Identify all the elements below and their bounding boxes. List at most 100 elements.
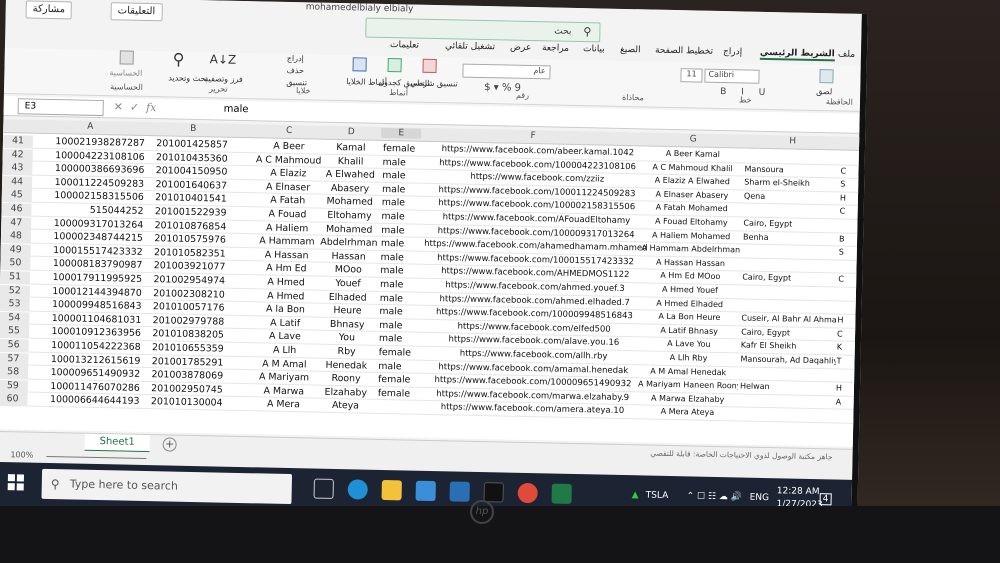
cell-gender[interactable]: male <box>380 265 418 277</box>
cell-first-name[interactable]: A Mariyam <box>248 371 320 384</box>
paste-icon[interactable] <box>819 69 834 84</box>
col-header-d[interactable]: D <box>321 127 381 138</box>
font-size-select[interactable]: 11 <box>680 68 703 83</box>
cell-phone[interactable]: 201004150950 <box>147 165 257 178</box>
cell-phone[interactable]: 201002950745 <box>143 383 253 396</box>
cell-full-name[interactable]: A Hm Ed MOoo <box>640 271 740 282</box>
cell-last-name[interactable]: Hassan <box>319 250 379 263</box>
cell-user-id[interactable]: 100009948516843 <box>31 299 142 312</box>
cell-gender[interactable]: male <box>381 238 419 250</box>
cell-last-name[interactable]: Heure <box>317 305 377 317</box>
cell-last-name[interactable]: Elzahaby <box>316 386 376 399</box>
cell-first-name[interactable]: A Marwa <box>248 385 320 398</box>
cell-city[interactable] <box>740 368 835 370</box>
row-number[interactable]: 58 <box>0 366 29 380</box>
cell-extra[interactable]: H <box>836 384 850 393</box>
cell-last-name[interactable]: You <box>317 332 377 344</box>
cell-city[interactable]: Qena <box>744 191 839 202</box>
tab-file[interactable]: ملف <box>838 49 855 59</box>
row-number[interactable]: 46 <box>1 202 32 217</box>
col-header-h[interactable]: H <box>745 136 840 148</box>
cell-last-name[interactable]: Kamal <box>321 142 381 154</box>
col-header-a[interactable]: A <box>35 121 145 133</box>
cell-gender[interactable]: male <box>381 225 419 237</box>
cell-user-id[interactable]: 100002158315506 <box>34 190 144 203</box>
cell-gender[interactable]: male <box>379 320 417 332</box>
cell-phone[interactable]: 201010435360 <box>148 152 258 165</box>
cell-last-name[interactable]: Roony <box>316 373 376 385</box>
spreadsheet-grid[interactable]: A B C D E F G H 41 100021938287287 2010014… <box>0 118 866 447</box>
cell-full-name[interactable]: A Beer Kamal <box>643 148 743 159</box>
cell-last-name[interactable]: Mohamed <box>320 196 380 208</box>
cell-last-name[interactable]: A Elwahed <box>320 169 380 181</box>
cell-extra[interactable]: S <box>840 180 854 189</box>
cell-full-name[interactable]: A Elaziz A Elwahed <box>642 176 742 187</box>
cell-last-name[interactable]: Eltohamy <box>319 210 379 222</box>
delete-cells-label[interactable]: حذف <box>286 66 304 75</box>
cell-user-id[interactable]: 100011054222368 <box>31 340 141 353</box>
cell-extra[interactable]: B <box>839 234 853 243</box>
cell-last-name[interactable]: Abdelrhman <box>319 237 379 249</box>
mail-icon[interactable] <box>449 481 470 502</box>
tab-automate[interactable]: تشغيل تلقائي <box>445 41 495 52</box>
row-number[interactable]: 57 <box>0 352 29 367</box>
cell-full-name[interactable]: A Hammam Abdelrhman <box>641 244 741 255</box>
cell-gender[interactable] <box>378 401 416 402</box>
cell-user-id[interactable]: 100011476070286 <box>30 380 140 394</box>
cell-city[interactable] <box>740 395 835 397</box>
cell-city[interactable] <box>743 259 838 261</box>
col-header-c[interactable]: C <box>253 125 325 137</box>
row-number[interactable]: 56 <box>0 338 29 353</box>
cell-gender[interactable]: male <box>380 279 418 291</box>
tab-data[interactable]: بيانات <box>583 44 605 54</box>
cell-gender[interactable]: male <box>381 211 419 223</box>
tab-review[interactable]: مراجعة <box>542 43 569 54</box>
cell-last-name[interactable]: Henedak <box>316 359 376 371</box>
cell-gender[interactable]: male <box>380 252 418 264</box>
tab-insert[interactable]: إدراج <box>723 47 742 57</box>
cell-full-name[interactable]: A Marwa Elzahaby <box>638 393 738 404</box>
cell-phone[interactable]: 201010401541 <box>147 192 257 205</box>
row-number[interactable]: 41 <box>2 134 34 149</box>
cell-full-name[interactable]: A Latif Bhnasy <box>639 325 739 336</box>
cell-extra[interactable]: A <box>836 397 850 406</box>
cell-user-id[interactable]: 100008183790987 <box>32 258 143 271</box>
cell-full-name[interactable]: A La Bon Heure <box>639 312 739 323</box>
cell-city[interactable]: Kafr El Sheikh <box>741 341 836 352</box>
cell-city[interactable] <box>742 286 837 288</box>
cell-last-name[interactable]: Elhaded <box>318 291 378 303</box>
cell-extra[interactable]: C <box>837 329 851 338</box>
cell-full-name[interactable]: A C Mahmoud Khalil <box>642 162 742 173</box>
cell-phone[interactable]: 201010582351 <box>146 247 256 260</box>
cell-gender[interactable]: male <box>380 292 418 304</box>
insert-cells-label[interactable]: إدراج <box>287 54 304 63</box>
row-number[interactable]: 55 <box>0 325 30 339</box>
store-icon[interactable] <box>415 480 436 502</box>
cell-phone[interactable]: 201010575976 <box>146 233 256 246</box>
sensitivity-icon[interactable] <box>119 50 134 65</box>
cell-full-name[interactable]: A Mariyam Haneen Roony <box>638 380 738 391</box>
cell-first-name[interactable]: A Mera <box>247 399 319 412</box>
cell-city[interactable]: Benha <box>743 232 838 243</box>
cell-city[interactable]: Cuseir, Al Bahr Al Ahmar, Eg <box>741 314 836 325</box>
cell-extra[interactable]: S <box>839 248 853 257</box>
conditional-format-icon[interactable] <box>422 58 437 74</box>
row-number[interactable]: 52 <box>0 284 30 299</box>
row-number[interactable]: 47 <box>1 216 32 231</box>
cell-user-id[interactable]: 100004223108106 <box>35 149 145 163</box>
zoom-slider[interactable] <box>46 455 147 460</box>
cell-phone[interactable]: 201001522939 <box>146 206 256 219</box>
cell-user-id[interactable]: 100010912363956 <box>31 326 141 339</box>
cell-city[interactable] <box>740 409 835 411</box>
col-header-f[interactable]: F <box>423 129 643 144</box>
taskbar-search[interactable]: ⚲ Type here to search <box>41 468 293 505</box>
cell-phone[interactable]: 201010655359 <box>144 342 254 355</box>
cell-last-name[interactable]: Ateya <box>315 400 375 412</box>
cell-city[interactable]: Cairo, Egypt <box>742 273 837 284</box>
cell-extra[interactable]: C <box>840 207 854 216</box>
cell-phone[interactable]: 201001640637 <box>147 179 257 192</box>
cell-full-name[interactable]: A Lave You <box>639 339 739 350</box>
cell-last-name[interactable]: Khalil <box>321 155 381 168</box>
cell-phone[interactable]: 201010057176 <box>144 301 254 314</box>
cell-first-name[interactable]: A Elaziz <box>252 167 324 180</box>
